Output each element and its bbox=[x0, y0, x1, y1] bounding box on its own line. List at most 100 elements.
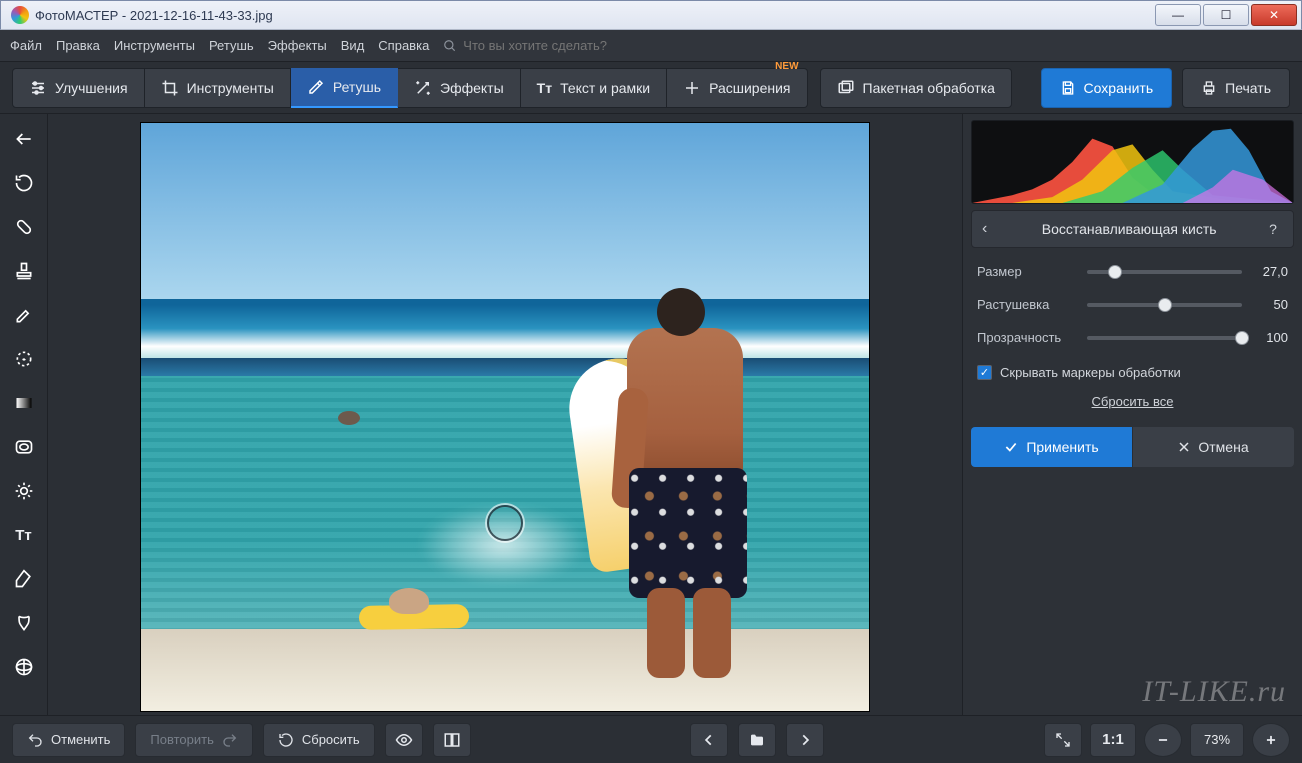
tab-extensions[interactable]: NEW Расширения bbox=[667, 68, 807, 108]
tab-label: Текст и рамки bbox=[560, 80, 650, 96]
tool-stamp[interactable] bbox=[9, 256, 39, 286]
arrow-left-icon bbox=[14, 129, 34, 149]
slider-value: 100 bbox=[1252, 330, 1288, 345]
hide-markers-checkbox[interactable]: ✓ Скрывать маркеры обработки bbox=[971, 361, 1294, 382]
tool-text[interactable]: Tᴛ bbox=[9, 520, 39, 550]
bottom-bar: Отменить Повторить Сбросить 1:1 73% bbox=[0, 715, 1302, 763]
stamp-icon bbox=[14, 261, 34, 281]
panel-sliders: Размер 27,0 Растушевка 50 Прозрачность 1… bbox=[971, 254, 1294, 355]
checkbox-icon: ✓ bbox=[977, 365, 992, 380]
search-input[interactable] bbox=[463, 38, 663, 53]
browse-button[interactable] bbox=[738, 723, 776, 757]
tool-face[interactable] bbox=[9, 608, 39, 638]
slider-label: Растушевка bbox=[977, 297, 1077, 312]
batch-label: Пакетная обработка bbox=[863, 80, 995, 96]
tool-vignette[interactable] bbox=[9, 432, 39, 462]
menu-retouch[interactable]: Ретушь bbox=[209, 38, 254, 53]
batch-processing-button[interactable]: Пакетная обработка bbox=[820, 68, 1012, 108]
tool-gradient[interactable] bbox=[9, 388, 39, 418]
save-label: Сохранить bbox=[1084, 80, 1154, 96]
apply-button[interactable]: Применить bbox=[971, 427, 1132, 467]
tool-pen[interactable] bbox=[9, 564, 39, 594]
tool-radial[interactable] bbox=[9, 344, 39, 374]
redo-icon bbox=[222, 732, 238, 748]
tool-brush[interactable] bbox=[9, 300, 39, 330]
save-icon bbox=[1060, 80, 1076, 96]
tab-enhancements[interactable]: Улучшения bbox=[12, 68, 145, 108]
pen-icon bbox=[14, 569, 34, 589]
menubar-search bbox=[443, 38, 663, 53]
actual-size-button[interactable]: 1:1 bbox=[1090, 723, 1136, 757]
histogram[interactable] bbox=[971, 120, 1294, 204]
close-button[interactable]: ✕ bbox=[1251, 4, 1297, 26]
minimize-button[interactable]: — bbox=[1155, 4, 1201, 26]
save-button[interactable]: Сохранить bbox=[1041, 68, 1173, 108]
zoom-out-button[interactable] bbox=[1144, 723, 1182, 757]
slider-track[interactable] bbox=[1087, 270, 1242, 274]
gradient-icon bbox=[14, 393, 34, 413]
right-panel: ‹ Восстанавливающая кисть ? Размер 27,0 … bbox=[962, 114, 1302, 715]
reset-all-link[interactable]: Сбросить все bbox=[971, 388, 1294, 421]
tool-rotate[interactable] bbox=[9, 168, 39, 198]
tab-effects[interactable]: Эффекты bbox=[398, 68, 521, 108]
zoom-value: 73% bbox=[1204, 732, 1230, 747]
slider-track[interactable] bbox=[1087, 336, 1242, 340]
brush-icon bbox=[307, 78, 325, 96]
chevron-right-icon bbox=[798, 733, 812, 747]
redo-button[interactable]: Повторить bbox=[135, 723, 252, 757]
slider-label: Прозрачность bbox=[977, 330, 1077, 345]
compare-button[interactable] bbox=[433, 723, 471, 757]
close-icon bbox=[1178, 441, 1190, 453]
plus-icon bbox=[683, 79, 701, 97]
slider-thumb[interactable] bbox=[1235, 331, 1249, 345]
print-button[interactable]: Печать bbox=[1182, 68, 1290, 108]
tab-text-frames[interactable]: Tᴛ Текст и рамки bbox=[521, 68, 667, 108]
text-tool-icon: Tᴛ bbox=[15, 527, 32, 544]
slider-opacity: Прозрачность 100 bbox=[977, 330, 1288, 345]
cancel-button[interactable]: Отмена bbox=[1132, 427, 1294, 467]
reset-icon bbox=[278, 732, 294, 748]
vignette-icon bbox=[14, 437, 34, 457]
next-image-button[interactable] bbox=[786, 723, 824, 757]
menu-effects[interactable]: Эффекты bbox=[268, 38, 327, 53]
panel-header: ‹ Восстанавливающая кисть ? bbox=[971, 210, 1294, 248]
back-button[interactable] bbox=[9, 124, 39, 154]
tool-3d[interactable] bbox=[9, 652, 39, 682]
chevron-left-icon bbox=[702, 733, 716, 747]
photo-swimmer-1 bbox=[338, 411, 360, 425]
sun-icon bbox=[14, 481, 34, 501]
slider-thumb[interactable] bbox=[1158, 298, 1172, 312]
zoom-level[interactable]: 73% bbox=[1190, 723, 1244, 757]
slider-track[interactable] bbox=[1087, 303, 1242, 307]
menu-view[interactable]: Вид bbox=[341, 38, 365, 53]
panel-help-button[interactable]: ? bbox=[1263, 219, 1283, 239]
cancel-label: Отмена bbox=[1198, 439, 1248, 455]
histogram-chart bbox=[972, 121, 1293, 203]
preview-toggle-button[interactable] bbox=[385, 723, 423, 757]
menu-help[interactable]: Справка bbox=[378, 38, 429, 53]
redo-label: Повторить bbox=[150, 732, 213, 747]
menu-tools[interactable]: Инструменты bbox=[114, 38, 195, 53]
fit-screen-button[interactable] bbox=[1044, 723, 1082, 757]
slider-value: 50 bbox=[1252, 297, 1288, 312]
tab-tools[interactable]: Инструменты bbox=[145, 68, 291, 108]
tool-healing[interactable] bbox=[9, 212, 39, 242]
maximize-button[interactable]: ☐ bbox=[1203, 4, 1249, 26]
reset-label: Сбросить bbox=[302, 732, 360, 747]
slider-feather: Растушевка 50 bbox=[977, 297, 1288, 312]
tab-retouch[interactable]: Ретушь bbox=[291, 68, 398, 108]
reset-button[interactable]: Сбросить bbox=[263, 723, 375, 757]
tab-label: Инструменты bbox=[187, 80, 274, 96]
tool-exposure[interactable] bbox=[9, 476, 39, 506]
menu-edit[interactable]: Правка bbox=[56, 38, 100, 53]
image-canvas[interactable] bbox=[140, 122, 870, 712]
minus-icon bbox=[1156, 733, 1170, 747]
slider-thumb[interactable] bbox=[1108, 265, 1122, 279]
panel-back-button[interactable]: ‹ bbox=[982, 220, 987, 238]
wand-icon bbox=[414, 79, 432, 97]
checkbox-label: Скрывать маркеры обработки bbox=[1000, 365, 1181, 380]
zoom-in-button[interactable] bbox=[1252, 723, 1290, 757]
undo-button[interactable]: Отменить bbox=[12, 723, 125, 757]
prev-image-button[interactable] bbox=[690, 723, 728, 757]
menu-file[interactable]: Файл bbox=[10, 38, 42, 53]
